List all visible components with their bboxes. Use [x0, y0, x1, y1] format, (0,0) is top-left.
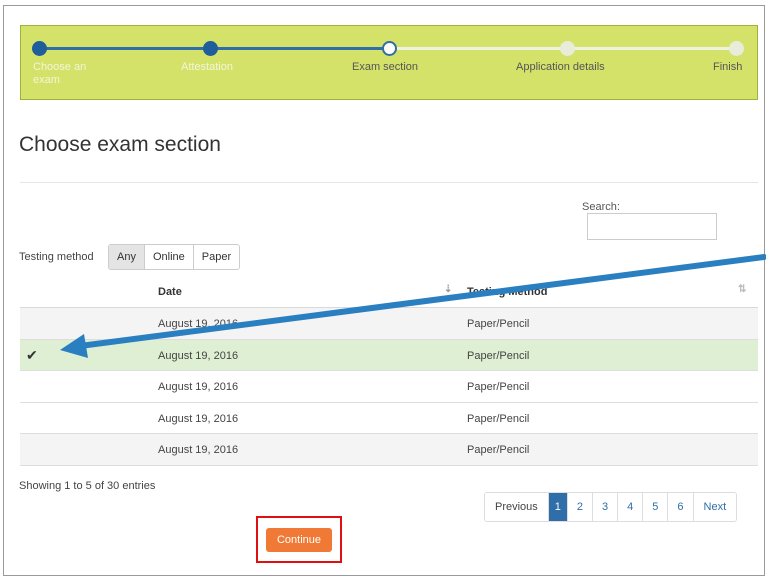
checkmark-icon: ✔ — [26, 346, 38, 363]
filter-online-button[interactable]: Online — [143, 245, 193, 269]
sort-ascending-icon[interactable]: ⇣ — [444, 284, 452, 295]
pagination-page-5[interactable]: 5 — [642, 493, 668, 521]
wizard-step-5-dot — [729, 41, 744, 56]
table-header: Date ⇣ Testing Method ⇅ — [20, 276, 758, 308]
wizard-step-1-label: Choose an exam — [33, 61, 87, 86]
testing-method-filter-group: Any Online Paper — [108, 244, 241, 270]
table-row[interactable]: August 19, 2016 Paper/Pencil — [20, 308, 758, 340]
column-header-date[interactable]: Date — [158, 286, 182, 298]
cell-testing-method: Paper/Pencil — [467, 412, 530, 425]
wizard-step-3-label: Exam section — [352, 61, 419, 73]
wizard-step-2-dot — [203, 41, 218, 56]
cell-testing-method: Paper/Pencil — [467, 381, 530, 393]
progress-wizard: Choose an exam Attestation Exam section … — [20, 25, 758, 100]
pagination-page-1[interactable]: 1 — [547, 493, 567, 521]
cell-testing-method: Paper/Pencil — [467, 349, 530, 362]
testing-method-filter-label: Testing method — [19, 251, 94, 263]
table-row[interactable]: August 19, 2016 Paper/Pencil — [20, 403, 758, 434]
pagination-previous-button[interactable]: Previous — [485, 493, 548, 521]
wizard-step-4-label: Application details — [516, 61, 605, 73]
table-row-selected[interactable]: ✔ August 19, 2016 Paper/Pencil — [20, 339, 758, 371]
search-input[interactable] — [587, 213, 717, 240]
search-label: Search: — [582, 201, 620, 213]
cell-date: August 19, 2016 — [158, 412, 239, 425]
table-row[interactable]: August 19, 2016 Paper/Pencil — [20, 371, 758, 403]
cell-testing-method: Paper/Pencil — [467, 318, 530, 330]
wizard-step-5-label: Finish — [713, 61, 743, 73]
wizard-step-3-dot — [382, 41, 397, 56]
page-title: Choose exam section — [19, 133, 221, 156]
cell-testing-method: Paper/Pencil — [467, 444, 530, 456]
wizard-step-4-dot — [560, 41, 575, 56]
wizard-step-2-label: Attestation — [181, 61, 233, 73]
pagination-page-3[interactable]: 3 — [592, 493, 618, 521]
continue-button[interactable]: Continue — [266, 528, 332, 552]
sort-both-icon[interactable]: ⇅ — [738, 284, 746, 295]
filter-any-button[interactable]: Any — [109, 245, 144, 269]
pagination-page-4[interactable]: 4 — [617, 493, 643, 521]
wizard-step-1-dot — [32, 41, 47, 56]
pagination-page-6[interactable]: 6 — [667, 493, 693, 521]
divider — [20, 182, 758, 183]
table-row[interactable]: August 19, 2016 Paper/Pencil — [20, 434, 758, 466]
pagination-page-2[interactable]: 2 — [566, 493, 593, 521]
pagination: Previous 1 2 3 4 5 6 Next — [484, 492, 738, 522]
column-header-testing-method[interactable]: Testing Method — [467, 286, 547, 298]
continue-highlight-box: Continue — [256, 516, 342, 563]
exam-sections-table: Date ⇣ Testing Method ⇅ August 19, 2016 … — [20, 276, 758, 466]
table-entries-info: Showing 1 to 5 of 30 entries — [19, 480, 156, 492]
cell-date: August 19, 2016 — [158, 381, 239, 393]
cell-date: August 19, 2016 — [158, 349, 239, 362]
pagination-next-button[interactable]: Next — [692, 493, 737, 521]
cell-date: August 19, 2016 — [158, 444, 239, 456]
filter-paper-button[interactable]: Paper — [192, 245, 240, 269]
cell-date: August 19, 2016 — [158, 318, 239, 330]
